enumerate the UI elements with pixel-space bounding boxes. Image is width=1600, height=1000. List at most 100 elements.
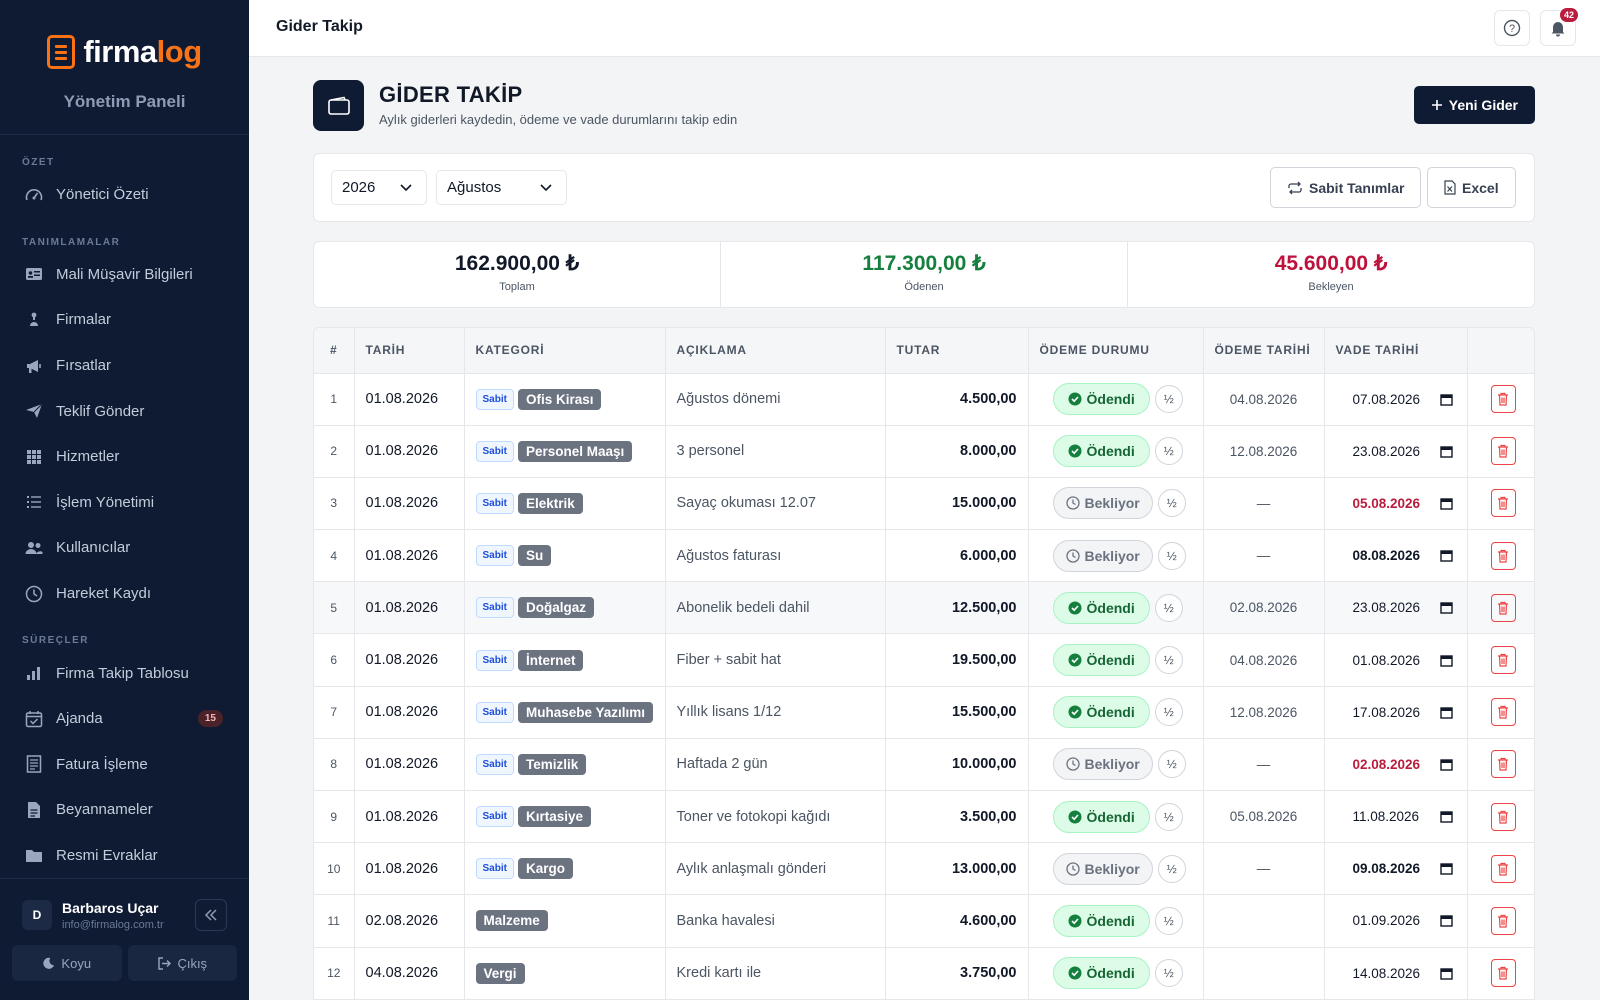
due-date-cell[interactable]: 23.08.2026 [1324, 425, 1468, 478]
notifications-button[interactable]: 42 [1540, 8, 1578, 46]
sidebar-item[interactable]: Resmi Evraklar [0, 833, 249, 878]
delete-button[interactable] [1490, 959, 1516, 988]
table-row[interactable]: 12 04.08.2026 Vergi Kredi kartı ile 3.750,00… [314, 947, 1534, 1000]
sidebar-item[interactable]: Hizmetler [0, 434, 249, 480]
dark-theme-button[interactable]: Koyu [12, 945, 122, 981]
calendar-icon[interactable] [1439, 601, 1453, 615]
payment-status-toggle[interactable]: Ödendi [1052, 435, 1150, 468]
calendar-icon[interactable] [1439, 967, 1453, 980]
calendar-icon[interactable] [1439, 914, 1453, 928]
delete-button[interactable] [1490, 646, 1516, 675]
partial-payment-button[interactable]: ½ [1157, 541, 1186, 570]
due-date-cell[interactable]: 23.08.2026 [1324, 581, 1468, 635]
partial-payment-button[interactable]: ½ [1154, 959, 1183, 988]
due-date-cell[interactable]: 11.08.2026 [1324, 790, 1468, 844]
payment-status-toggle[interactable]: Ödendi [1052, 644, 1150, 677]
table-row[interactable]: 8 01.08.2026 Sabit Temizlik Haftada 2 gün 10.… [314, 738, 1534, 792]
delete-button[interactable] [1490, 906, 1516, 935]
payment-status-toggle[interactable]: Ödendi [1052, 957, 1150, 990]
due-date-cell[interactable]: 14.08.2026 [1324, 947, 1468, 1000]
brand-logo[interactable]: firmalog [0, 32, 249, 72]
payment-status-toggle[interactable]: Bekliyor [1052, 487, 1153, 520]
delete-button[interactable] [1490, 802, 1516, 831]
calendar-icon[interactable] [1439, 445, 1453, 458]
calendar-icon[interactable] [1439, 706, 1453, 719]
calendar-icon[interactable] [1439, 862, 1453, 875]
partial-payment-button[interactable]: ½ [1154, 802, 1183, 831]
calendar-icon[interactable] [1439, 758, 1453, 771]
partial-payment-button[interactable]: ½ [1157, 854, 1186, 883]
sidebar-item[interactable]: Fırsatlar [0, 343, 249, 389]
partial-payment-button[interactable]: ½ [1154, 906, 1183, 935]
due-date-cell[interactable]: 01.09.2026 [1324, 894, 1468, 948]
partial-payment-button[interactable]: ½ [1154, 593, 1183, 622]
due-date-cell[interactable]: 05.08.2026 [1324, 477, 1468, 531]
calendar-icon[interactable] [1439, 393, 1453, 406]
table-row[interactable]: 6 01.08.2026 Sabit İnternet Fiber + sabit ha… [314, 633, 1534, 687]
month-select[interactable]: Ağustos [436, 170, 567, 205]
delete-button[interactable] [1490, 385, 1516, 414]
sidebar-item[interactable]: İşlem Yönetimi [0, 480, 249, 526]
payment-status-toggle[interactable]: Ödendi [1052, 696, 1150, 729]
due-date-cell[interactable]: 09.08.2026 [1324, 842, 1468, 896]
payment-status-toggle[interactable]: Ödendi [1052, 904, 1150, 937]
delete-button[interactable] [1490, 541, 1516, 570]
sidebar-item[interactable]: Teklif Gönder [0, 388, 249, 434]
due-date-cell[interactable]: 07.08.2026 [1324, 373, 1468, 426]
calendar-icon[interactable] [1439, 497, 1453, 510]
partial-payment-button[interactable]: ½ [1154, 437, 1183, 466]
table-row[interactable]: 9 01.08.2026 Sabit Kırtasiye Toner ve fotoko… [314, 790, 1534, 844]
payment-status-toggle[interactable]: Bekliyor [1052, 852, 1153, 885]
sidebar-item[interactable]: Fatura İşleme [0, 742, 249, 788]
sidebar-item[interactable]: Kullanıcılar [0, 525, 249, 571]
delete-button[interactable] [1490, 593, 1516, 622]
due-date-cell[interactable]: 01.08.2026 [1324, 633, 1468, 687]
table-row[interactable]: 7 01.08.2026 Sabit Muhasebe Yazılımı Yıllık … [314, 686, 1534, 739]
payment-status-toggle[interactable]: Bekliyor [1052, 539, 1153, 572]
avatar[interactable]: D [22, 900, 52, 930]
delete-button[interactable] [1490, 437, 1516, 466]
payment-status-toggle[interactable]: Bekliyor [1052, 748, 1153, 781]
delete-button[interactable] [1490, 750, 1516, 779]
sidebar-item[interactable]: Yönetici Özeti [0, 172, 249, 218]
payment-status-toggle[interactable]: Ödendi [1052, 800, 1150, 833]
table-row[interactable]: 11 02.08.2026 Malzeme Banka havalesi 4.600,0… [314, 894, 1534, 948]
partial-payment-button[interactable]: ½ [1157, 489, 1186, 518]
help-button[interactable]: ? [1494, 10, 1530, 46]
description: Kredi kartı ile [665, 947, 886, 1000]
logout-button[interactable]: Çıkış [127, 945, 237, 981]
sidebar-item[interactable]: Hareket Kaydı [0, 571, 249, 617]
payment-status-toggle[interactable]: Ödendi [1052, 591, 1150, 624]
partial-payment-button[interactable]: ½ [1157, 750, 1186, 779]
excel-export-button[interactable]: Excel [1427, 167, 1516, 208]
payment-status-toggle[interactable]: Ödendi [1052, 383, 1150, 416]
table-row[interactable]: 10 01.08.2026 Sabit Kargo Aylık anlaşmalı gö… [314, 842, 1534, 896]
due-date-cell[interactable]: 08.08.2026 [1324, 529, 1468, 583]
delete-button[interactable] [1490, 854, 1516, 883]
table-row[interactable]: 4 01.08.2026 Sabit Su Ağustos faturası 6.000,… [314, 529, 1534, 583]
sidebar-item[interactable]: Firma Takip Tablosu [0, 650, 249, 696]
due-date-cell[interactable]: 02.08.2026 [1324, 738, 1468, 792]
delete-button[interactable] [1490, 489, 1516, 518]
table-row[interactable]: 2 01.08.2026 Sabit Personel Maaşı 3 personel… [314, 425, 1534, 478]
table-row[interactable]: 3 01.08.2026 Sabit Elektrik Sayaç okuması 12… [314, 477, 1534, 531]
calendar-icon[interactable] [1439, 810, 1453, 823]
delete-button[interactable] [1490, 698, 1516, 727]
calendar-icon[interactable] [1439, 549, 1453, 562]
sidebar-item[interactable]: Ajanda 15 [0, 696, 249, 742]
sidebar-item[interactable]: Beyannameler [0, 787, 249, 833]
table-row[interactable]: 1 01.08.2026 Sabit Ofis Kirası Ağustos dönem… [314, 373, 1534, 426]
calendar-icon[interactable] [1439, 654, 1453, 667]
collapse-sidebar-button[interactable] [195, 899, 227, 931]
sidebar-item[interactable]: Firmalar [0, 297, 249, 343]
sidebar-item[interactable]: Mali Müşavir Bilgileri [0, 252, 249, 298]
table-row[interactable]: 5 01.08.2026 Sabit Doğalgaz Abonelik bedeli … [314, 581, 1534, 635]
partial-payment-button[interactable]: ½ [1154, 698, 1183, 727]
year-select[interactable]: 2026 [331, 170, 427, 205]
category-cell: Vergi [464, 947, 666, 1000]
fixed-definitions-button[interactable]: Sabit Tanımlar [1270, 167, 1422, 208]
partial-payment-button[interactable]: ½ [1154, 646, 1183, 675]
due-date-cell[interactable]: 17.08.2026 [1324, 686, 1468, 739]
partial-payment-button[interactable]: ½ [1154, 385, 1183, 414]
new-expense-button[interactable]: Yeni Gider [1413, 86, 1535, 124]
